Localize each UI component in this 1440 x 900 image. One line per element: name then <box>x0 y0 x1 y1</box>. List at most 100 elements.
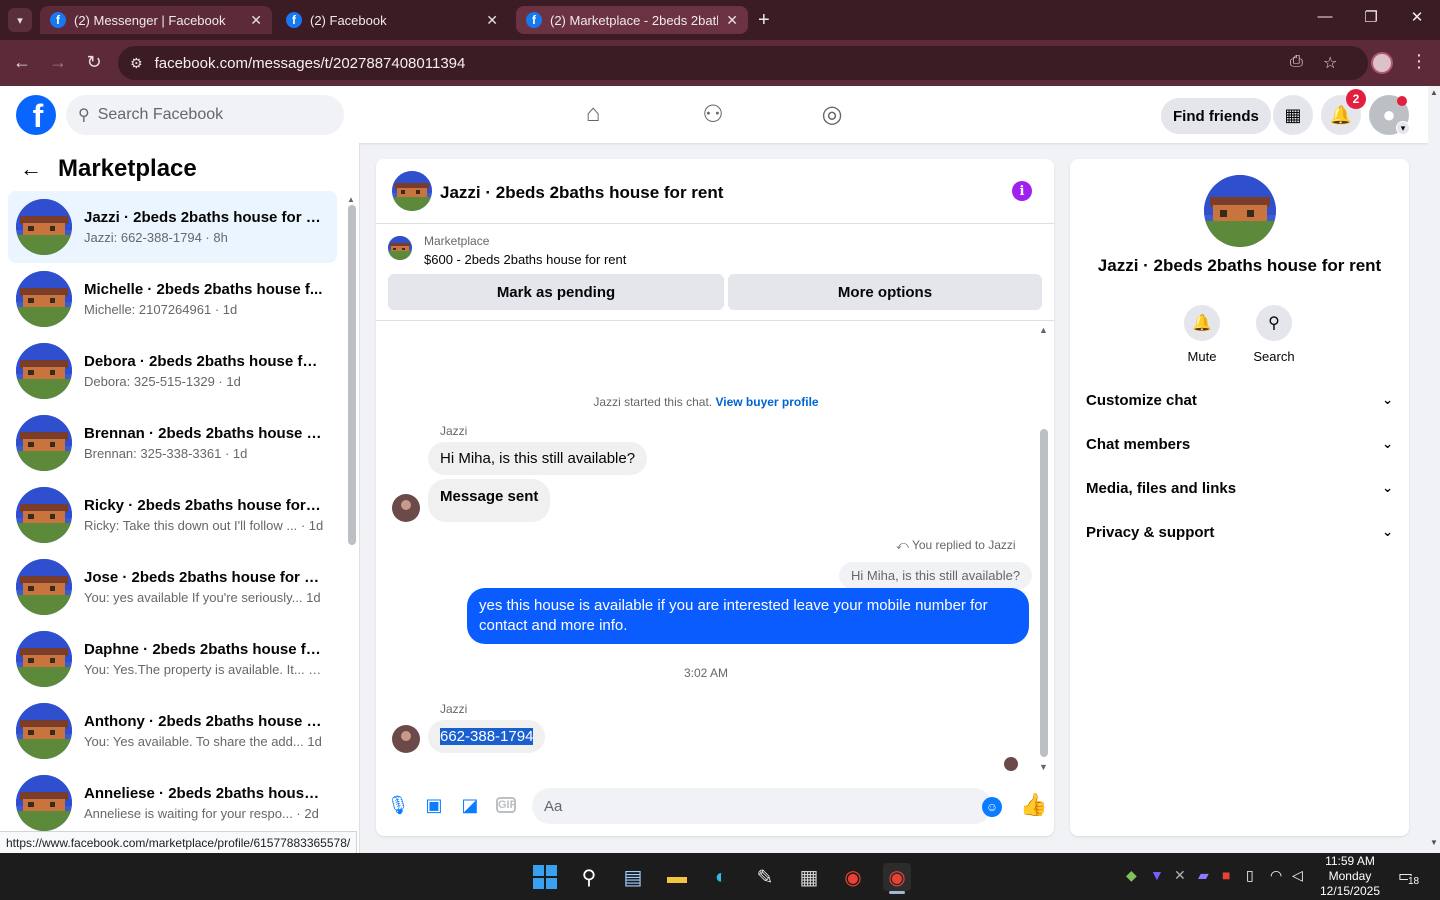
conversation-item[interactable]: Anthony · 2beds 2baths house f... You: Ye… <box>8 695 337 767</box>
install-app-icon[interactable]: ⎙ <box>1290 53 1303 71</box>
sender-avatar[interactable] <box>392 725 420 753</box>
listing-label: Marketplace <box>424 234 490 248</box>
thumbs-up-icon[interactable]: 👍 <box>1020 792 1047 818</box>
menu-grid-icon[interactable]: ▦ <box>1273 95 1313 135</box>
scroll-down-arrow-icon[interactable]: ▼ <box>1039 762 1048 772</box>
tray-app-icon[interactable]: ▼ <box>1150 867 1164 883</box>
scroll-up-arrow-icon[interactable]: ▲ <box>347 195 355 204</box>
conversation-item[interactable]: Brennan · 2beds 2baths house f... Brennan… <box>8 407 337 479</box>
mark-as-pending-button[interactable]: Mark as pending <box>388 274 724 310</box>
scroll-up-arrow-icon[interactable]: ▲ <box>1430 88 1438 97</box>
account-chevron-down-icon[interactable]: ▾ <box>1396 121 1410 135</box>
chrome-active-icon[interactable]: ◉ <box>883 863 911 891</box>
tab-close-icon[interactable]: ✕ <box>726 12 738 29</box>
tray-app-icon[interactable]: ■ <box>1222 867 1230 883</box>
chat-members-section[interactable]: Chat members ⌄ <box>1086 422 1393 466</box>
conversation-item[interactable]: Jazzi · 2beds 2baths house for re... Jazz… <box>8 191 337 263</box>
tab-close-icon[interactable]: ✕ <box>486 12 498 29</box>
incoming-message[interactable]: Hi Miha, is this still available? <box>428 442 648 475</box>
more-options-button[interactable]: More options <box>728 274 1042 310</box>
message-input[interactable]: Aa <box>532 788 992 824</box>
mute-button[interactable]: 🔔 Mute <box>1172 305 1232 364</box>
groups-icon[interactable]: ◎ <box>817 100 847 129</box>
listing-title[interactable]: $600 - 2beds 2baths house for rent <box>424 252 626 267</box>
bookmark-star-icon[interactable]: ☆ <box>1323 53 1337 73</box>
chat-details-panel: Jazzi · 2beds 2baths house for rent 🔔 Mu… <box>1070 159 1409 836</box>
site-settings-icon[interactable]: ⚙ <box>130 55 143 72</box>
tab-messenger[interactable]: f (2) Messenger | Facebook ✕ <box>40 6 272 34</box>
browser-profile-avatar[interactable] <box>1371 52 1393 74</box>
conversation-preview: You: Yes.The property is available. It..… <box>84 662 324 677</box>
system-clock[interactable]: 11:59 AM Monday 12/15/2025 <box>1312 853 1388 900</box>
wifi-icon[interactable]: ◠ <box>1270 867 1282 884</box>
reply-note-text: You replied to Jazzi <box>911 538 1016 552</box>
search-in-chat-button[interactable]: ⚲ Search <box>1244 305 1304 364</box>
gif-icon[interactable]: GIF <box>496 797 516 813</box>
volume-icon[interactable]: ◁ <box>1292 867 1303 884</box>
customize-chat-section[interactable]: Customize chat ⌄ <box>1086 378 1393 422</box>
conversation-item[interactable]: Michelle · 2beds 2baths house f... Michel… <box>8 263 337 335</box>
scroll-up-arrow-icon[interactable]: ▲ <box>1039 325 1048 335</box>
battery-icon[interactable]: ▯ <box>1246 867 1254 884</box>
friends-icon[interactable]: ⚇ <box>698 100 728 129</box>
sender-avatar[interactable] <box>392 494 420 522</box>
conversation-item[interactable]: Daphne · 2beds 2baths house fo... You: Ye… <box>8 623 337 695</box>
store-icon[interactable]: ▦ <box>795 863 823 891</box>
tray-app-icon[interactable]: ✕ <box>1174 867 1186 884</box>
back-arrow-icon[interactable]: ← <box>20 156 42 182</box>
page-scrollbar[interactable]: ▲ ▼ <box>1428 86 1440 853</box>
forward-arrow-icon[interactable]: → <box>46 52 70 73</box>
facebook-favicon-icon: f <box>286 12 302 28</box>
inbox-scrollbar[interactable] <box>348 205 356 545</box>
scroll-down-arrow-icon[interactable]: ▼ <box>1430 838 1438 847</box>
widgets-icon[interactable]: ▤ <box>619 863 647 891</box>
privacy-support-section[interactable]: Privacy & support ⌄ <box>1086 510 1393 554</box>
new-tab-button[interactable]: + <box>758 9 770 32</box>
close-window-button[interactable]: ✕ <box>1402 8 1432 26</box>
chat-title[interactable]: Jazzi · 2beds 2baths house for rent <box>440 183 723 203</box>
conversation-item[interactable]: Ricky · 2beds 2baths house for r... Ricky… <box>8 479 337 551</box>
conversation-item[interactable]: Debora · 2beds 2baths house fo... Debora:… <box>8 335 337 407</box>
minimize-button[interactable]: — <box>1310 8 1340 25</box>
photo-icon[interactable]: ▣ <box>422 793 446 817</box>
tab-close-icon[interactable]: ✕ <box>250 12 262 29</box>
find-friends-button[interactable]: Find friends <box>1161 98 1271 134</box>
sticker-icon[interactable]: ◪ <box>458 793 482 817</box>
chat-details-name: Jazzi · 2beds 2baths house for rent <box>1097 256 1382 275</box>
thread-scrollbar[interactable] <box>1040 429 1048 757</box>
search-icon[interactable]: ⚲ <box>575 863 603 891</box>
view-buyer-profile-link[interactable]: View buyer profile <box>715 395 818 409</box>
edge-browser-icon[interactable]: ◐ <box>707 863 735 891</box>
facebook-logo[interactable]: f <box>16 95 56 135</box>
chrome-icon[interactable]: ◉ <box>839 863 867 891</box>
listing-thumbnail <box>16 343 72 399</box>
search-input[interactable]: ⚲ Search Facebook <box>66 95 344 135</box>
media-files-links-section[interactable]: Media, files and links ⌄ <box>1086 466 1393 510</box>
quoted-message[interactable]: Hi Miha, is this still available? <box>839 562 1033 589</box>
tray-app-icon[interactable]: ▰ <box>1198 867 1209 884</box>
tab-search-chevron-icon[interactable]: ▾ <box>8 8 32 32</box>
app-icon[interactable]: ✎ <box>751 863 779 891</box>
browser-menu-icon[interactable]: ⋮ <box>1410 51 1428 72</box>
tray-app-icon[interactable]: ◆ <box>1126 867 1137 884</box>
home-icon[interactable]: ⌂ <box>578 100 608 128</box>
file-explorer-icon[interactable]: ▬ <box>663 863 691 891</box>
conversation-item[interactable]: Anneliese · 2beds 2baths house ... Anneli… <box>8 767 337 839</box>
tab-facebook[interactable]: f (2) Facebook ✕ <box>276 6 508 34</box>
outgoing-message[interactable]: yes this house is available if you are i… <box>467 588 1029 644</box>
address-bar[interactable]: ⚙ facebook.com/messages/t/20278874080113… <box>118 46 1368 80</box>
maximize-button[interactable]: ❐ <box>1356 8 1386 26</box>
conversation-item[interactable]: Jose · 2beds 2baths house for rent You: y… <box>8 551 337 623</box>
incoming-message[interactable]: 662-388-1794 <box>428 720 546 753</box>
start-button[interactable] <box>531 863 559 891</box>
chat-profile-image[interactable] <box>1204 175 1276 247</box>
emoji-icon[interactable]: ☺ <box>982 797 1002 817</box>
back-arrow-icon[interactable]: ← <box>10 52 34 73</box>
chat-avatar[interactable] <box>392 171 432 211</box>
listing-thumbnail[interactable] <box>388 236 412 260</box>
reload-icon[interactable]: ↻ <box>82 52 106 73</box>
microphone-icon[interactable]: 🎙 <box>386 793 410 817</box>
incoming-message[interactable]: Message sent <box>428 479 551 522</box>
info-icon[interactable]: i <box>1012 181 1032 201</box>
tab-marketplace[interactable]: f (2) Marketplace - 2beds 2baths ✕ <box>516 6 748 34</box>
